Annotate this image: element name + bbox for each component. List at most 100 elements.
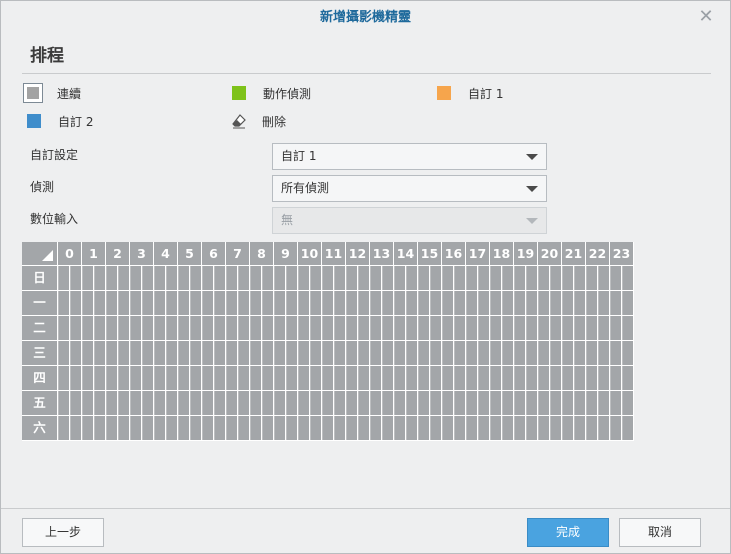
schedule-slot[interactable] xyxy=(406,366,418,390)
schedule-slot[interactable] xyxy=(394,266,406,290)
schedule-slot[interactable] xyxy=(382,266,394,290)
legend-continuous[interactable]: 連續 xyxy=(23,83,81,103)
schedule-slot[interactable] xyxy=(406,416,418,440)
schedule-slot[interactable] xyxy=(334,316,346,340)
schedule-slot[interactable] xyxy=(526,366,538,390)
schedule-slot[interactable] xyxy=(394,391,406,415)
schedule-slot[interactable] xyxy=(478,316,490,340)
hour-header[interactable]: 0 xyxy=(58,242,82,266)
hour-header[interactable]: 18 xyxy=(490,242,514,266)
schedule-slot[interactable] xyxy=(394,366,406,390)
day-header[interactable]: 六 xyxy=(22,416,58,441)
schedule-slot[interactable] xyxy=(274,266,286,290)
hour-header[interactable]: 7 xyxy=(226,242,250,266)
schedule-slot[interactable] xyxy=(526,266,538,290)
schedule-slot[interactable] xyxy=(382,291,394,315)
schedule-slot[interactable] xyxy=(430,366,442,390)
schedule-slot[interactable] xyxy=(418,366,430,390)
schedule-slot[interactable] xyxy=(166,266,178,290)
schedule-slot[interactable] xyxy=(598,341,610,365)
schedule-slot[interactable] xyxy=(406,341,418,365)
schedule-slot[interactable] xyxy=(178,366,190,390)
schedule-slot[interactable] xyxy=(226,416,238,440)
schedule-slot[interactable] xyxy=(106,316,118,340)
schedule-slot[interactable] xyxy=(106,266,118,290)
legend-custom-2[interactable]: 自訂 2 xyxy=(27,111,93,131)
schedule-slot[interactable] xyxy=(190,266,202,290)
schedule-slot[interactable] xyxy=(526,316,538,340)
schedule-slot[interactable] xyxy=(250,391,262,415)
schedule-slot[interactable] xyxy=(154,341,166,365)
schedule-slot[interactable] xyxy=(226,316,238,340)
schedule-slot[interactable] xyxy=(574,416,586,440)
schedule-slot[interactable] xyxy=(454,266,466,290)
schedule-slot[interactable] xyxy=(214,316,226,340)
schedule-slot[interactable] xyxy=(250,291,262,315)
hour-header[interactable]: 23 xyxy=(610,242,634,266)
schedule-slot[interactable] xyxy=(442,416,454,440)
schedule-slot[interactable] xyxy=(130,366,142,390)
schedule-slot[interactable] xyxy=(358,266,370,290)
schedule-slot[interactable] xyxy=(490,266,502,290)
schedule-slot[interactable] xyxy=(574,316,586,340)
schedule-slot[interactable] xyxy=(502,291,514,315)
schedule-slot[interactable] xyxy=(622,341,634,365)
schedule-slot[interactable] xyxy=(466,391,478,415)
select-all-corner[interactable] xyxy=(22,242,58,266)
schedule-slot[interactable] xyxy=(70,416,82,440)
schedule-slot[interactable] xyxy=(346,316,358,340)
hour-header[interactable]: 19 xyxy=(514,242,538,266)
schedule-slot[interactable] xyxy=(610,291,622,315)
schedule-slot[interactable] xyxy=(454,341,466,365)
schedule-slot[interactable] xyxy=(238,341,250,365)
schedule-slot[interactable] xyxy=(82,391,94,415)
hour-header[interactable]: 8 xyxy=(250,242,274,266)
schedule-slot[interactable] xyxy=(274,391,286,415)
schedule-slot[interactable] xyxy=(166,291,178,315)
schedule-slot[interactable] xyxy=(238,366,250,390)
schedule-slot[interactable] xyxy=(94,366,106,390)
schedule-slot[interactable] xyxy=(274,416,286,440)
schedule-slot[interactable] xyxy=(430,291,442,315)
schedule-slot[interactable] xyxy=(358,416,370,440)
close-icon[interactable]: ✕ xyxy=(696,7,716,27)
schedule-slot[interactable] xyxy=(166,391,178,415)
schedule-slot[interactable] xyxy=(406,291,418,315)
schedule-slot[interactable] xyxy=(166,416,178,440)
schedule-slot[interactable] xyxy=(574,266,586,290)
schedule-slot[interactable] xyxy=(358,291,370,315)
schedule-slot[interactable] xyxy=(394,316,406,340)
schedule-slot[interactable] xyxy=(250,366,262,390)
schedule-slot[interactable] xyxy=(454,366,466,390)
schedule-slot[interactable] xyxy=(334,291,346,315)
schedule-slot[interactable] xyxy=(322,266,334,290)
schedule-slot[interactable] xyxy=(310,291,322,315)
schedule-slot[interactable] xyxy=(610,316,622,340)
schedule-slot[interactable] xyxy=(142,266,154,290)
schedule-slot[interactable] xyxy=(538,316,550,340)
schedule-slot[interactable] xyxy=(370,316,382,340)
schedule-slot[interactable] xyxy=(382,316,394,340)
schedule-slot[interactable] xyxy=(310,316,322,340)
schedule-slot[interactable] xyxy=(70,366,82,390)
schedule-slot[interactable] xyxy=(334,391,346,415)
schedule-slot[interactable] xyxy=(250,316,262,340)
schedule-slot[interactable] xyxy=(142,316,154,340)
hour-header[interactable]: 10 xyxy=(298,242,322,266)
schedule-slot[interactable] xyxy=(106,366,118,390)
schedule-slot[interactable] xyxy=(274,316,286,340)
schedule-slot[interactable] xyxy=(322,341,334,365)
schedule-slot[interactable] xyxy=(346,341,358,365)
schedule-slot[interactable] xyxy=(598,391,610,415)
schedule-slot[interactable] xyxy=(502,391,514,415)
schedule-slot[interactable] xyxy=(286,416,298,440)
schedule-slot[interactable] xyxy=(514,341,526,365)
schedule-slot[interactable] xyxy=(142,341,154,365)
schedule-slot[interactable] xyxy=(118,341,130,365)
schedule-slot[interactable] xyxy=(238,416,250,440)
schedule-slot[interactable] xyxy=(502,316,514,340)
schedule-slot[interactable] xyxy=(418,416,430,440)
schedule-slot[interactable] xyxy=(154,291,166,315)
schedule-slot[interactable] xyxy=(214,416,226,440)
schedule-slot[interactable] xyxy=(598,266,610,290)
